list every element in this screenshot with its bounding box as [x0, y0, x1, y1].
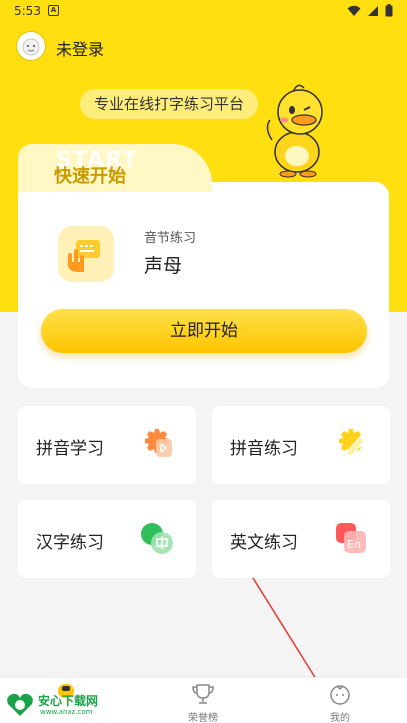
- watermark-title: 安心下载网: [38, 694, 99, 708]
- nav-label: 荣誉榜: [188, 713, 218, 723]
- nav-label: 我的: [330, 713, 350, 723]
- profile-icon: [330, 685, 350, 705]
- watermark-url: www.anxz.com: [40, 708, 93, 716]
- nav-honor-board[interactable]: 荣誉榜: [163, 678, 243, 723]
- annotation-arrow-icon: [252, 577, 323, 691]
- trophy-icon: [192, 684, 214, 704]
- site-watermark: 安心下载网 www.anxz.com: [2, 688, 110, 722]
- nav-profile[interactable]: 我的: [300, 678, 380, 723]
- watermark-logo-icon: [7, 693, 33, 716]
